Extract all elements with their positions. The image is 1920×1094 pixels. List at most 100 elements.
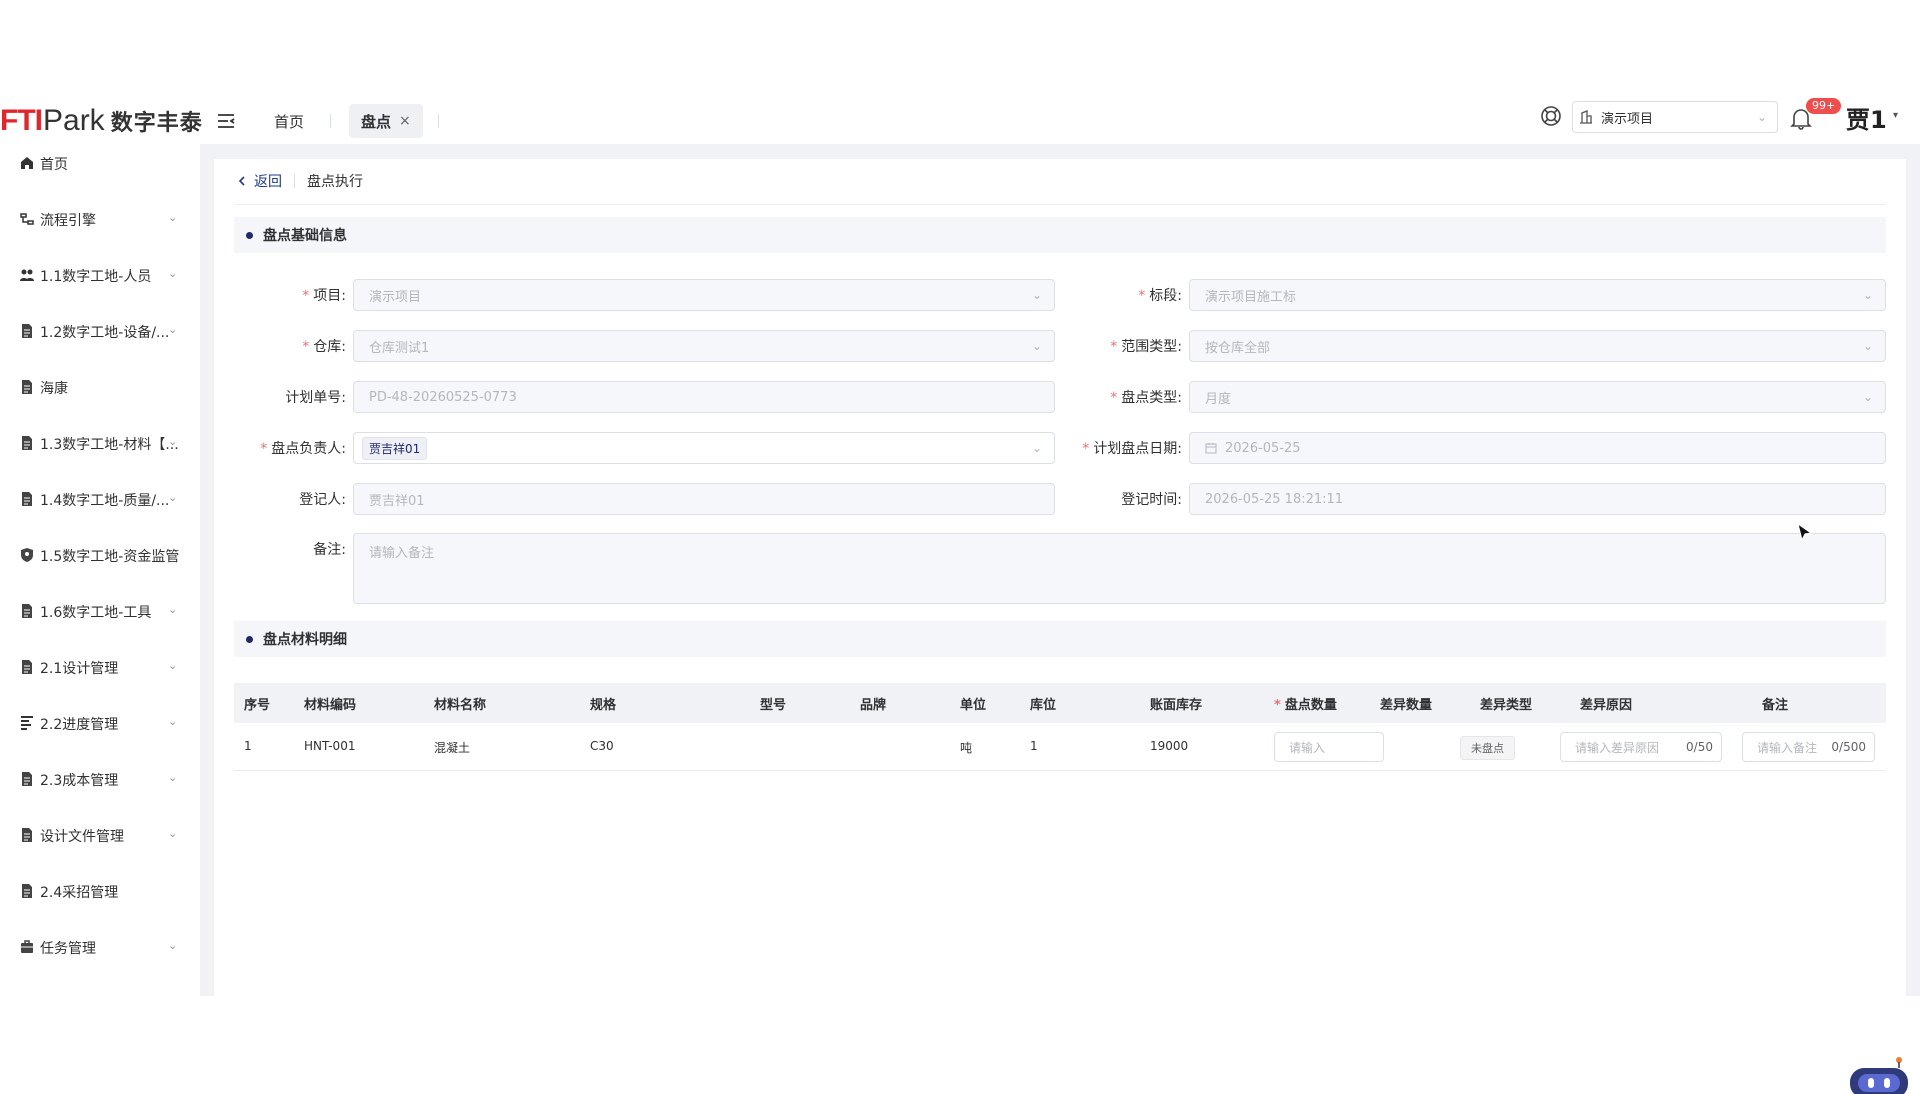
chevron-left-icon bbox=[238, 176, 245, 186]
table-cell: 1 bbox=[1030, 739, 1038, 753]
plan-no-field[interactable]: PD-48-20260525-0773 bbox=[353, 381, 1055, 413]
user-menu-caret-icon[interactable]: ▾ bbox=[1893, 110, 1898, 121]
sidebar-item[interactable]: 首页 bbox=[0, 143, 200, 183]
remark-textarea[interactable]: 请输入备注 bbox=[353, 533, 1886, 604]
column-header: 材料名称 bbox=[434, 698, 487, 713]
remark-label: 备注: bbox=[313, 542, 346, 558]
section-label: * 标段: bbox=[1138, 288, 1182, 304]
sidebar: 首页 流程引擎 ⌄ 1.1数字工地-人员 ⌄ 1.2数字工地-设备/... ⌄ 海康 1.3数字… bbox=[0, 144, 200, 996]
scope-type-select-field[interactable]: 按仓库全部 ⌄ bbox=[1189, 330, 1886, 362]
document-icon bbox=[22, 884, 32, 898]
chevron-down-icon: ⌄ bbox=[1862, 339, 1873, 353]
table-cell: 1 bbox=[244, 739, 252, 753]
warehouse-select-field[interactable]: 仓库测试1 ⌄ bbox=[353, 330, 1055, 362]
document-icon bbox=[22, 380, 32, 394]
column-header: 型号 bbox=[760, 698, 787, 713]
logo-park: Park bbox=[43, 104, 105, 137]
chevron-down-icon: ⌄ bbox=[168, 659, 178, 672]
section-bullet bbox=[246, 635, 253, 643]
document-icon bbox=[22, 492, 32, 506]
chevron-down-icon: ⌄ bbox=[1862, 390, 1873, 404]
table-header: 序号 材料编码 材料名称 规格 型号 品牌 单位 库位 账面库存 * 盘点数量 差异数量 差异类型 差异原… bbox=[234, 683, 1886, 723]
sidebar-item[interactable]: 任务管理 ⌄ bbox=[0, 927, 200, 967]
shield-icon bbox=[21, 548, 33, 562]
form-row: 登记人: 贾吉祥01 登记时间: 2026-05-25 18:21:11 bbox=[214, 483, 1906, 515]
owner-select-field[interactable]: 贾吉祥01 ⌄ bbox=[353, 432, 1055, 464]
document-icon bbox=[22, 324, 32, 338]
column-header: 账面库存 bbox=[1150, 698, 1203, 713]
document-icon bbox=[22, 828, 32, 842]
progress-icon bbox=[21, 716, 33, 730]
tab-inventory-label: 盘点 bbox=[361, 112, 392, 131]
sidebar-item[interactable]: 2.1设计管理 ⌄ bbox=[0, 647, 200, 687]
chevron-down-icon: ⌄ bbox=[1862, 288, 1873, 302]
breadcrumb: 返回 盘点执行 bbox=[236, 171, 363, 191]
sidebar-item[interactable]: 2.3成本管理 ⌄ bbox=[0, 759, 200, 799]
user-name[interactable]: 贾1 bbox=[1846, 100, 1887, 135]
registrar-label: 登记人: bbox=[299, 492, 346, 508]
section-basic-info: 盘点基础信息 bbox=[234, 217, 1886, 253]
tab-close-icon[interactable]: × bbox=[399, 113, 411, 129]
count-type-select-field[interactable]: 月度 ⌄ bbox=[1189, 381, 1886, 413]
back-link[interactable]: 返回 bbox=[236, 171, 282, 191]
tab-inventory[interactable]: 盘点 × bbox=[349, 104, 423, 138]
back-label: 返回 bbox=[254, 174, 282, 190]
chevron-down-icon: ⌄ bbox=[168, 267, 178, 280]
sidebar-item[interactable]: 设计文件管理 ⌄ bbox=[0, 815, 200, 855]
chevron-down-icon: ⌄ bbox=[168, 771, 178, 784]
diff-reason-input[interactable]: 请输入差异原因 0/50 bbox=[1560, 732, 1722, 762]
chevron-down-icon: ⌄ bbox=[168, 323, 178, 336]
tab-divider bbox=[330, 114, 331, 128]
document-icon bbox=[22, 436, 32, 450]
chevron-down-icon: ⌄ bbox=[168, 603, 178, 616]
home-icon bbox=[21, 157, 33, 169]
sidebar-item[interactable]: 2.4采招管理 bbox=[0, 871, 200, 911]
sidebar-item[interactable]: 1.6数字工地-工具 ⌄ bbox=[0, 591, 200, 631]
building-icon bbox=[1580, 110, 1592, 124]
project-select-field[interactable]: 演示项目 ⌄ bbox=[353, 279, 1055, 311]
sidebar-item-label: 2.4采招管理 bbox=[40, 885, 119, 901]
breadcrumb-divider bbox=[294, 174, 295, 188]
tab-divider bbox=[438, 114, 439, 128]
briefcase-icon bbox=[21, 940, 33, 953]
table-cell: 吨 bbox=[960, 741, 973, 755]
chevron-down-icon: ⌄ bbox=[168, 715, 178, 728]
menu-collapse-icon[interactable] bbox=[216, 111, 236, 131]
sidebar-item[interactable]: 2.2进度管理 ⌄ bbox=[0, 703, 200, 743]
logo-cn: 数字丰泰 bbox=[110, 111, 203, 136]
help-lifebuoy-icon[interactable] bbox=[1540, 105, 1562, 127]
column-header: 规格 bbox=[590, 698, 617, 713]
table-cell: 19000 bbox=[1150, 739, 1189, 753]
plan-date-field[interactable]: 2026-05-25 bbox=[1189, 432, 1886, 464]
sidebar-item-label: 设计文件管理 bbox=[40, 829, 124, 845]
logo: FTI Park 数字丰泰 bbox=[0, 98, 203, 144]
sidebar-item[interactable]: 流程引擎 ⌄ bbox=[0, 199, 200, 239]
column-header: 库位 bbox=[1030, 698, 1057, 713]
registrar-field[interactable]: 贾吉祥01 bbox=[353, 483, 1055, 515]
workflow-icon bbox=[20, 213, 34, 225]
column-header: 序号 bbox=[244, 698, 271, 713]
sidebar-item-label: 海康 bbox=[40, 381, 68, 397]
warehouse-label: * 仓库: bbox=[302, 339, 346, 355]
chevron-down-icon: ⌄ bbox=[1756, 110, 1767, 124]
row-remark-input[interactable]: 请输入备注 0/500 bbox=[1742, 732, 1875, 762]
sidebar-item-label: 1.1数字工地-人员 bbox=[40, 269, 152, 285]
assistant-robot-icon[interactable] bbox=[1844, 1054, 1914, 1094]
status-badge: 未盘点 bbox=[1460, 736, 1515, 760]
owner-tag: 贾吉祥01 bbox=[362, 436, 428, 460]
section-select-field[interactable]: 演示项目施工标 ⌄ bbox=[1189, 279, 1886, 311]
top-header: FTI Park 数字丰泰 首页 盘点 × 演示项目 ⌄ 99+ 贾1 ▾ bbox=[0, 98, 1920, 144]
project-label: * 项目: bbox=[302, 288, 346, 304]
tab-home-label: 首页 bbox=[274, 112, 305, 131]
register-time-field[interactable]: 2026-05-25 18:21:11 bbox=[1189, 483, 1886, 515]
form-row: * 项目: 演示项目 ⌄ * 标段: 演示项目施工标 ⌄ bbox=[214, 279, 1906, 311]
sidebar-item-label: 任务管理 bbox=[40, 941, 96, 957]
logo-ft: FTI bbox=[0, 104, 43, 137]
project-select[interactable]: 演示项目 ⌄ bbox=[1572, 101, 1778, 133]
chevron-down-icon: ⌄ bbox=[168, 211, 178, 224]
mouse-cursor-icon bbox=[1797, 522, 1813, 542]
sidebar-item-label: 首页 bbox=[40, 157, 68, 173]
column-header: 差异数量 bbox=[1380, 698, 1433, 713]
count-quantity-input[interactable]: 请输入 bbox=[1274, 732, 1384, 762]
tab-home[interactable]: 首页 bbox=[264, 98, 314, 144]
